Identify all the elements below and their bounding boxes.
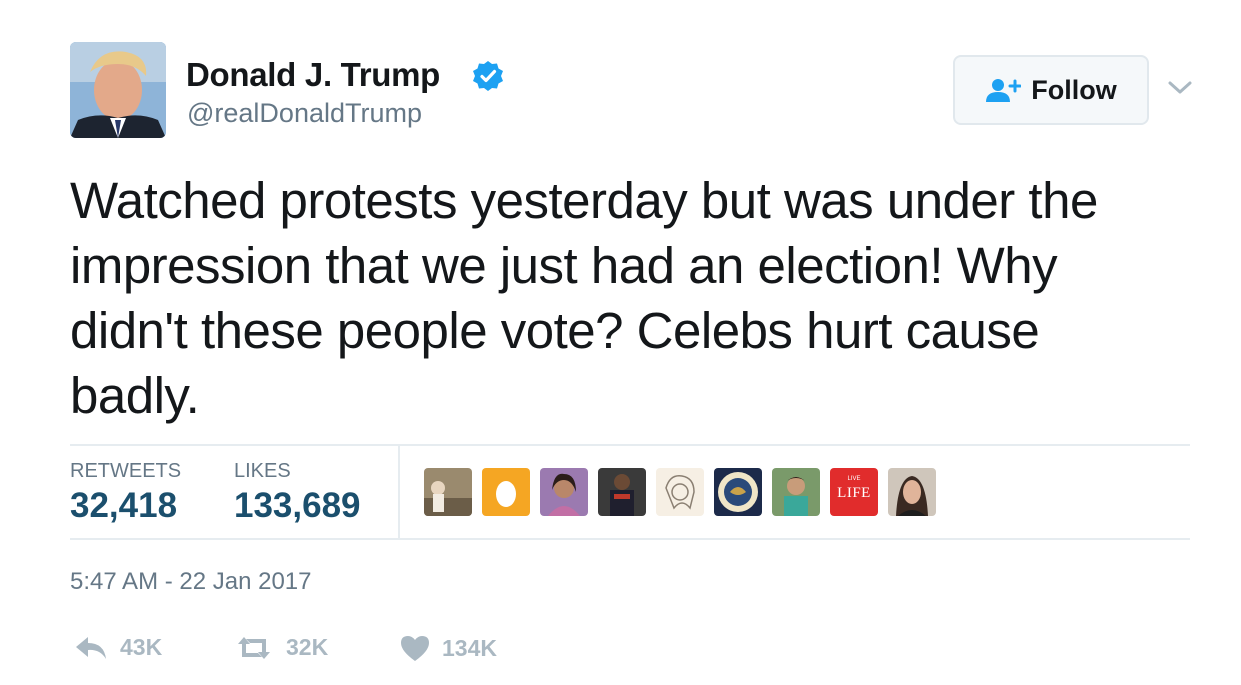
- like-count: 134K: [442, 634, 497, 661]
- liker-avatar-2-egg[interactable]: [482, 468, 530, 516]
- live-life-text: LIFE: [837, 485, 871, 501]
- display-name[interactable]: Donald J. Trump: [186, 56, 440, 94]
- divider: [70, 538, 1190, 540]
- follow-label: Follow: [1031, 74, 1117, 105]
- reply-button[interactable]: 43K: [74, 634, 162, 661]
- like-button[interactable]: 134K: [400, 634, 497, 662]
- likes-count[interactable]: 133,689: [234, 486, 361, 526]
- liker-avatar-9[interactable]: [888, 468, 936, 516]
- verified-badge-icon: [473, 61, 503, 91]
- tweet-timestamp[interactable]: 5:47 AM - 22 Jan 2017: [70, 568, 312, 596]
- reply-icon: [76, 636, 106, 659]
- retweets-count[interactable]: 32,418: [70, 486, 177, 526]
- profile-avatar[interactable]: [70, 42, 166, 138]
- retweet-button[interactable]: 32K: [234, 634, 328, 661]
- tweet-text: Watched protests yesterday but was under…: [70, 172, 1098, 424]
- heart-icon: [401, 636, 429, 661]
- liker-avatar-3[interactable]: [540, 468, 588, 516]
- liker-avatar-6-seal[interactable]: [714, 468, 762, 516]
- add-user-icon: [986, 79, 1022, 102]
- liker-avatar-8-live-life[interactable]: LIVE LIFE: [830, 468, 878, 516]
- chevron-down-icon[interactable]: [1166, 78, 1194, 98]
- divider: [70, 444, 1190, 446]
- liker-avatars: LIVE LIFE: [424, 468, 936, 516]
- liker-avatar-1[interactable]: [424, 468, 472, 516]
- liker-avatar-7[interactable]: [772, 468, 820, 516]
- liker-avatar-4[interactable]: [598, 468, 646, 516]
- retweets-label[interactable]: RETWEETS: [70, 460, 181, 483]
- liker-avatar-5[interactable]: [656, 468, 704, 516]
- likes-label[interactable]: LIKES: [234, 460, 291, 483]
- retweet-count: 32K: [286, 634, 329, 660]
- user-handle[interactable]: @realDonaldTrump: [187, 98, 422, 129]
- follow-button[interactable]: Follow: [953, 55, 1149, 125]
- stats-divider: [398, 444, 400, 538]
- reply-count: 43K: [120, 634, 163, 660]
- live-life-small-text: LIVE: [847, 476, 861, 482]
- retweet-icon: [238, 636, 270, 659]
